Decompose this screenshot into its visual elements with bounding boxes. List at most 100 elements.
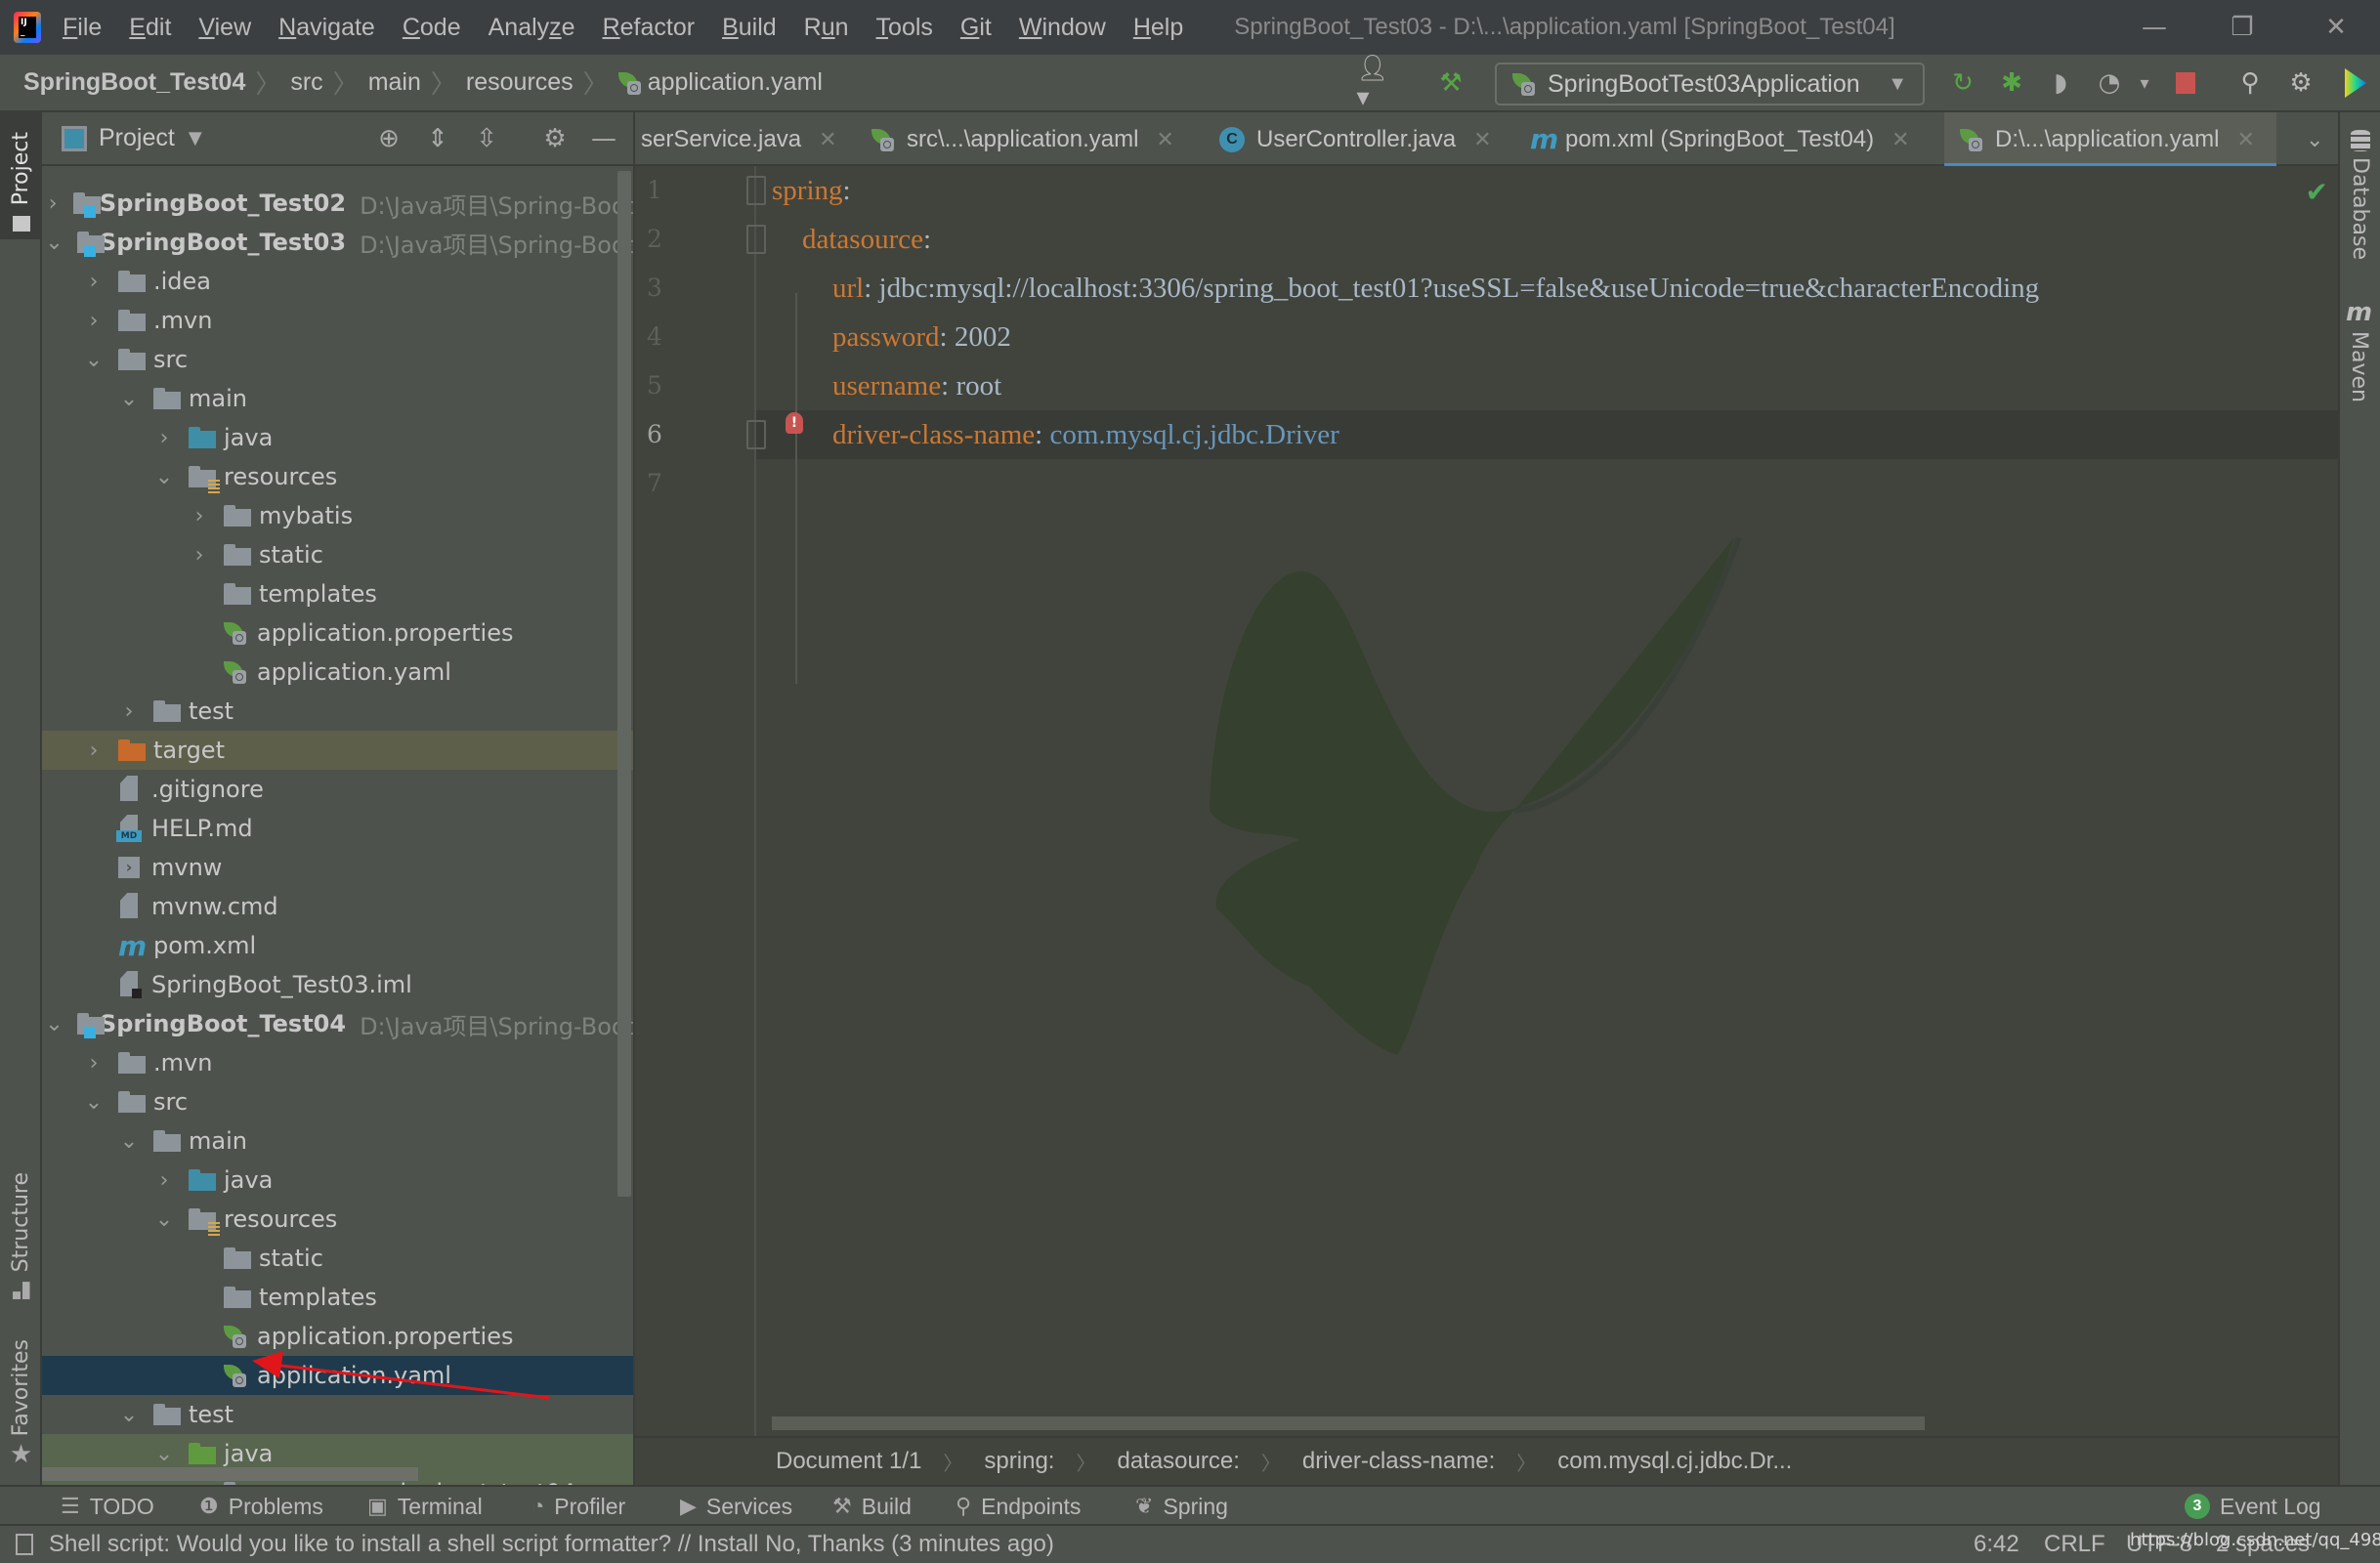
chevron-down-icon[interactable]: ⌄: [153, 465, 175, 489]
breadcrumb-main[interactable]: main: [368, 68, 421, 97]
chevron-down-icon[interactable]: ⌄: [153, 1442, 175, 1466]
code-editor[interactable]: 1234567 spring: datasource: url: jdbc:mysq…: [635, 166, 2338, 1436]
tree-item[interactable]: application.yaml: [42, 1356, 633, 1395]
tree-item[interactable]: application.properties: [42, 613, 633, 653]
editor-breadcrumb-driver-class-name[interactable]: driver-class-name:: [1302, 1448, 1495, 1475]
fold-marker-icon[interactable]: [746, 176, 766, 205]
fold-marker-icon[interactable]: [746, 225, 766, 254]
editor-breadcrumb-datasource[interactable]: datasource:: [1117, 1448, 1239, 1475]
minimize-button[interactable]: —: [2120, 0, 2189, 55]
tree-item[interactable]: › java: [42, 418, 633, 457]
editor-tab[interactable]: m pom.xml (SpringBoot_Test04) ✕: [1530, 112, 1910, 166]
chevron-down-icon[interactable]: ⌄: [83, 348, 105, 372]
tree-item[interactable]: ⌄ main: [42, 1121, 633, 1161]
run-with-coverage-icon[interactable]: ◗: [2046, 68, 2075, 98]
error-lightbulb-icon[interactable]: !: [786, 412, 805, 445]
tree-item[interactable]: static: [42, 1239, 633, 1278]
breadcrumb-file[interactable]: application.yaml: [617, 68, 823, 97]
tool-tab-maven[interactable]: m Maven: [2346, 298, 2372, 402]
tree-item[interactable]: MD HELP.md: [42, 809, 633, 848]
menu-item-analyze[interactable]: Analyze: [489, 14, 575, 42]
tree-item[interactable]: › mybatis: [42, 496, 633, 535]
stop-icon[interactable]: [2171, 68, 2200, 98]
close-tab-icon[interactable]: ✕: [1156, 127, 1173, 152]
tree-item[interactable]: ⌄ resources: [42, 1200, 633, 1239]
build-hammer-icon[interactable]: ⚒: [1436, 68, 1466, 98]
line-separator[interactable]: CRLF: [2044, 1526, 2105, 1563]
menu-item-refactor[interactable]: Refactor: [603, 14, 696, 42]
event-log-button[interactable]: 3 Event Log: [2185, 1487, 2321, 1526]
menu-item-build[interactable]: Build: [722, 14, 777, 42]
code-with-me-icon[interactable]: [2341, 68, 2370, 98]
tree-item[interactable]: ⌄ test: [42, 1395, 633, 1434]
tree-item[interactable]: application.properties: [42, 1317, 633, 1356]
tree-item[interactable]: › .mvn: [42, 301, 633, 340]
tool-tab-favorites[interactable]: Favorites ★: [0, 1329, 42, 1480]
show-hidden-tabs-icon[interactable]: ⌄: [2306, 112, 2323, 166]
restore-button[interactable]: ❐: [2208, 0, 2276, 55]
chevron-down-icon[interactable]: ⌄: [118, 387, 140, 411]
chevron-right-icon[interactable]: ›: [83, 270, 105, 294]
chevron-down-icon[interactable]: ▾: [2130, 68, 2159, 98]
tree-item[interactable]: › java: [42, 1161, 633, 1200]
chevron-down-icon[interactable]: ⌄: [83, 1090, 105, 1115]
project-tree-scrollbar[interactable]: [617, 171, 631, 1197]
menu-item-tools[interactable]: Tools: [876, 14, 933, 42]
tree-item[interactable]: › SpringBoot_Test02 D:\Java项目\Spring-Boot: [42, 184, 633, 223]
tree-item[interactable]: ⌄ resources: [42, 457, 633, 496]
profiler-icon[interactable]: ◔: [2095, 68, 2124, 98]
debug-icon[interactable]: ✱: [1997, 68, 2026, 98]
chevron-right-icon[interactable]: ›: [83, 1051, 105, 1076]
menu-item-navigate[interactable]: Navigate: [278, 14, 375, 42]
collapse-all-icon[interactable]: ⇳: [472, 124, 501, 153]
locate-file-icon[interactable]: ⊕: [374, 124, 404, 153]
tree-item[interactable]: SpringBoot_Test03.iml: [42, 965, 633, 1004]
tool-window-build[interactable]: ⚒ Build: [832, 1487, 912, 1526]
tree-item[interactable]: › mvnw: [42, 848, 633, 887]
tree-item[interactable]: › test: [42, 692, 633, 731]
chevron-down-icon[interactable]: ⌄: [118, 1129, 140, 1154]
inspection-ok-icon[interactable]: ✔: [2306, 176, 2328, 208]
close-tab-icon[interactable]: ✕: [1473, 127, 1491, 152]
search-icon[interactable]: ⚲: [2235, 68, 2265, 98]
vcs-user-icon[interactable]: 👤︎▾: [1357, 54, 1389, 112]
chevron-right-icon[interactable]: ›: [189, 543, 210, 568]
tree-item[interactable]: templates: [42, 574, 633, 613]
close-tab-icon[interactable]: ✕: [2236, 127, 2254, 152]
toggle-tool-windows-icon[interactable]: [16, 1534, 33, 1555]
menu-item-git[interactable]: Git: [960, 14, 992, 42]
chevron-right-icon[interactable]: ›: [46, 191, 61, 216]
tool-window-endpoints[interactable]: ⚲ Endpoints: [956, 1487, 1081, 1526]
chevron-down-icon[interactable]: ▼: [189, 128, 202, 148]
tree-item[interactable]: ⌄ src: [42, 1082, 633, 1121]
chevron-right-icon[interactable]: ›: [153, 1168, 175, 1193]
tool-window-problems[interactable]: ❶ Problems: [199, 1487, 323, 1526]
tree-item[interactable]: .gitignore: [42, 770, 633, 809]
breadcrumb-project[interactable]: SpringBoot_Test04: [23, 68, 245, 97]
project-view-selector[interactable]: Project: [99, 124, 175, 152]
chevron-right-icon[interactable]: ›: [189, 504, 210, 528]
tree-item[interactable]: templates: [42, 1278, 633, 1317]
editor-breadcrumb-document[interactable]: Document 1/1: [776, 1448, 921, 1475]
breadcrumb-src[interactable]: src: [290, 68, 322, 97]
menu-item-edit[interactable]: Edit: [129, 14, 171, 42]
run-configuration-select[interactable]: SpringBootTest03Application ▼: [1495, 63, 1925, 106]
tree-item[interactable]: ⌄ SpringBoot_Test03 D:\Java项目\Spring-Boot: [42, 223, 633, 262]
tool-window-spring[interactable]: ❦ Spring: [1135, 1487, 1228, 1526]
tree-item[interactable]: ⌄ src: [42, 340, 633, 379]
expand-all-icon[interactable]: ⇕: [423, 124, 452, 153]
chevron-right-icon[interactable]: ›: [153, 426, 175, 450]
tree-item[interactable]: › .idea: [42, 262, 633, 301]
tool-tab-project[interactable]: Project: [0, 112, 42, 239]
chevron-down-icon[interactable]: ⌄: [45, 231, 63, 255]
status-message[interactable]: Shell script: Would you like to install …: [49, 1531, 1054, 1558]
editor-tab[interactable]: src\...\application.yaml ✕: [871, 112, 1174, 166]
tree-item[interactable]: › .mvn: [42, 1043, 633, 1082]
tool-window-profiler[interactable]: ◔ Profiler: [531, 1487, 625, 1526]
tool-tab-structure[interactable]: Structure: [0, 1148, 42, 1324]
tree-item[interactable]: ⌄ main: [42, 379, 633, 418]
fold-end-marker-icon[interactable]: [746, 420, 766, 449]
tree-item[interactable]: mvnw.cmd: [42, 887, 633, 926]
caret-position[interactable]: 6:42: [1974, 1526, 2019, 1563]
chevron-down-icon[interactable]: ⌄: [153, 1207, 175, 1232]
